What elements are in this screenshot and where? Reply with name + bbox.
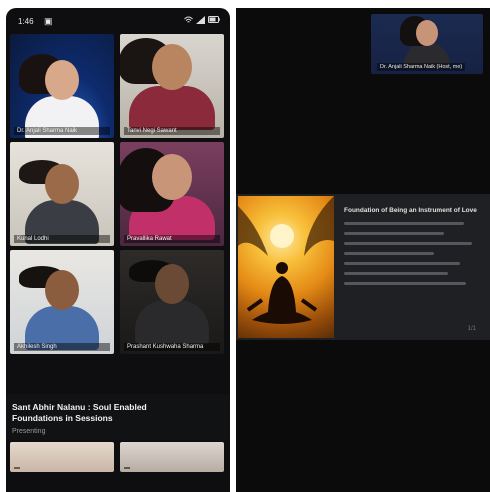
participant-name: Kunal Lodhi [14,235,110,243]
participant-tile[interactable]: Prashant Kushwaha Sharma [120,250,224,354]
participant-avatar [120,38,215,130]
participant-name: Akhilesh Singh [14,343,110,351]
presentation-slide: Foundation of Being an Instrument of Lov… [236,194,490,340]
participant-tile[interactable]: Akhilesh Singh [10,250,114,354]
slide-text-line [344,272,448,275]
participant-name: Prashant Kushwaha Sharma [124,343,220,351]
notification-icon: ▣ [44,16,53,26]
participant-tile[interactable]: Dr. Anjali Sharma Naik [10,34,114,138]
slide-title: Foundation of Being an Instrument of Lov… [344,207,477,214]
participant-avatar [19,160,99,244]
participant-tile[interactable]: Tanvi Negi Sawant [120,34,224,138]
status-icons [184,16,220,26]
host-avatar [400,16,450,68]
slide-text-line [344,222,464,225]
signal-icon [196,16,205,26]
meditation-image [238,196,334,338]
slide-page-number: 1/1 [467,326,476,332]
participant-avatar [120,148,215,240]
participant-name: Pravallika Rawat [124,235,220,243]
host-name: Dr. Anjali Sharma Naik (Host, me) [377,63,466,71]
participant-name: Dr. Anjali Sharma Naik [14,127,110,135]
slide-text-line [344,282,466,285]
participant-name [124,467,130,469]
phone-meeting-view: 1:46 ▣ Dr. Anjali Sharma Naik Tanvi Negi… [6,8,230,492]
participant-tile[interactable]: Pravallika Rawat [120,142,224,246]
meeting-subtitle: Presenting [12,428,46,435]
meeting-title: Sant Abhir Nalanu : Soul Enabled Foundat… [12,402,147,423]
slide-text-line [344,252,434,255]
host-video-tile[interactable]: Dr. Anjali Sharma Naik (Host, me) [371,14,483,74]
slide-text-line [344,262,460,265]
screen-share-view: Dr. Anjali Sharma Naik (Host, me) Founda… [236,8,490,492]
status-bar: 1:46 ▣ [6,8,230,34]
battery-icon [208,16,220,26]
participant-name: Tanvi Negi Sawant [124,127,220,135]
wifi-icon [184,16,193,26]
status-time: 1:46 [18,17,34,26]
slide-content: Foundation of Being an Instrument of Lov… [344,206,484,285]
participant-tile[interactable]: Kunal Lodhi [10,142,114,246]
slide-text-line [344,242,472,245]
participant-tile[interactable] [10,442,114,472]
slide-text-line [344,232,444,235]
participant-tile[interactable] [120,442,224,472]
participant-avatar [129,260,209,344]
participant-avatar [19,266,99,350]
participant-name [14,467,20,469]
meeting-title-strip[interactable]: Sant Abhir Nalanu : Soul Enabled Foundat… [6,394,230,440]
